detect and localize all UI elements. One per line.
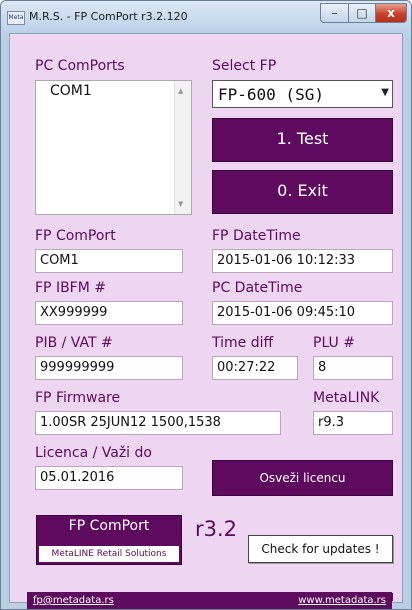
fp-ibfm-label: FP IBFM # [35,280,106,296]
app-window: Meta M.R.S. - FP ComPort r3.2.120 – □ x … [0,0,412,610]
plu-label: PLU # [313,335,355,351]
main-panel: PC ComPorts COM1 ▲ ▼ Select FP FP-600 (S… [9,33,403,603]
scroll-down-icon[interactable]: ▼ [178,200,183,208]
pib-vat-field[interactable]: 999999999 [35,356,183,380]
app-icon: Meta [7,11,25,25]
pc-datetime-field[interactable]: 2015-01-06 09:45:10 [212,301,393,325]
metalink-label: MetaLINK [313,390,380,406]
close-button[interactable]: x [375,3,407,23]
brand-badge: FP ComPort MetaLINE Retail Solutions [36,515,182,565]
comports-label: PC ComPorts [35,58,125,74]
scroll-up-icon[interactable]: ▲ [178,87,183,95]
fp-firmware-label: FP Firmware [35,390,121,406]
fp-datetime-field[interactable]: 2015-01-06 10:12:33 [212,249,393,273]
test-button[interactable]: 1. Test [212,118,393,162]
list-scrollbar[interactable]: ▲ ▼ [174,81,191,214]
plu-field[interactable]: 8 [313,356,393,380]
fp-datetime-label: FP DateTime [212,228,301,244]
chevron-down-icon[interactable]: ▼ [381,87,389,98]
brand-title: FP ComPort [68,518,150,534]
fp-model-value: FP-600 (SG) [218,85,324,104]
licence-label: Licenca / Važi do [35,445,152,461]
comports-listbox[interactable]: COM1 ▲ ▼ [35,80,192,215]
fp-firmware-field[interactable]: 1.00SR 25JUN12 1500,1538 [35,411,281,435]
list-item[interactable]: COM1 [50,83,92,99]
check-updates-button[interactable]: Check for updates ! [248,535,393,563]
minimize-icon: – [331,6,338,20]
minimize-button[interactable]: – [320,3,349,23]
title-bar[interactable]: Meta M.R.S. - FP ComPort r3.2.120 – □ x [1,1,411,33]
time-diff-label: Time diff [212,335,274,351]
window-title: M.R.S. - FP ComPort r3.2.120 [29,10,188,23]
time-diff-field[interactable]: 00:27:22 [212,356,298,380]
metalink-field[interactable]: r9.3 [313,411,393,435]
website-link[interactable]: www.metadata.rs [298,595,386,606]
exit-button[interactable]: 0. Exit [212,170,393,214]
licence-field[interactable]: 05.01.2016 [35,466,183,490]
brand-subtitle: MetaLINE Retail Solutions [39,546,179,562]
close-icon: x [387,6,395,20]
select-fp-label: Select FP [212,58,277,74]
version-label: r3.2 [195,517,238,541]
maximize-icon: □ [356,6,368,20]
refresh-licence-button[interactable]: Osveži licencu [212,460,393,496]
email-link[interactable]: fp@metadata.rs [33,595,114,606]
fp-comport-field[interactable]: COM1 [35,249,183,273]
fp-comport-label: FP ComPort [35,228,116,244]
maximize-button[interactable]: □ [348,3,376,23]
fp-ibfm-field[interactable]: XX999999 [35,301,183,325]
pib-vat-label: PIB / VAT # [35,335,113,351]
fp-model-select[interactable]: FP-600 (SG) ▼ [212,80,393,108]
pc-datetime-label: PC DateTime [212,280,303,296]
footer-links-bar: fp@metadata.rs www.metadata.rs [27,592,392,609]
